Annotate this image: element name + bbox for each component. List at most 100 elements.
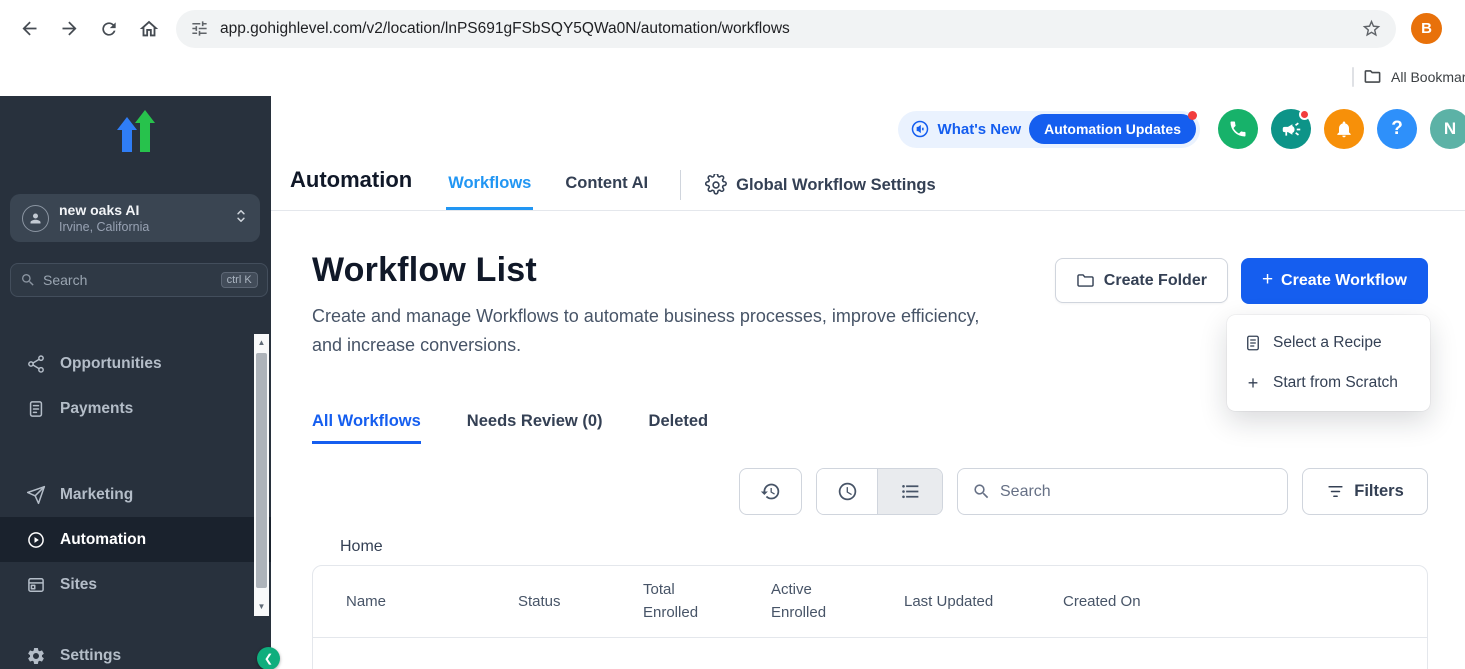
- sidebar-search-box[interactable]: ctrl K: [10, 263, 268, 297]
- bookmarks-bar: All Bookmarks: [0, 57, 1465, 96]
- filters-button[interactable]: Filters: [1302, 468, 1428, 515]
- list-icon: [900, 481, 921, 502]
- sidebar-spacer: [0, 431, 271, 472]
- section-subtitle: Create and manage Workflows to automate …: [312, 302, 1012, 360]
- screen: app.gohighlevel.com/v2/location/lnPS691g…: [0, 0, 1465, 669]
- bookmarks-folder-icon: [1363, 67, 1382, 86]
- create-workflow-label: Create Workflow: [1281, 272, 1407, 290]
- gear-icon: [705, 174, 727, 196]
- view-toggle-group: [816, 468, 943, 515]
- workflow-search-input[interactable]: [1000, 483, 1273, 501]
- global-workflow-settings-label: Global Workflow Settings: [736, 176, 936, 195]
- main-area: What's New Automation Updates: [271, 96, 1465, 669]
- create-folder-button[interactable]: Create Folder: [1055, 258, 1228, 303]
- address-bar[interactable]: app.gohighlevel.com/v2/location/lnPS691g…: [176, 10, 1396, 48]
- workflow-list-section: Workflow List Create and manage Workflow…: [271, 211, 1465, 669]
- home-icon: [138, 18, 160, 40]
- menu-item-start-from-scratch[interactable]: + Start from Scratch: [1227, 363, 1430, 403]
- sidebar-item-label: Marketing: [60, 486, 133, 504]
- whats-new-link[interactable]: What's New: [938, 121, 1022, 138]
- automation-icon: [26, 530, 46, 550]
- phone-icon: [1228, 119, 1248, 139]
- chevron-updown-icon: [234, 207, 248, 230]
- folder-icon: [1076, 271, 1095, 290]
- menu-item-select-recipe[interactable]: Select a Recipe: [1227, 323, 1430, 363]
- forward-button[interactable]: [50, 10, 88, 48]
- sidebar-item-payments[interactable]: Payments: [0, 386, 271, 431]
- user-avatar[interactable]: N: [1430, 109, 1465, 149]
- column-header-status[interactable]: Status: [518, 593, 643, 610]
- refresh-icon: [99, 19, 119, 39]
- page-title: Automation: [290, 167, 412, 210]
- create-workflow-menu: Select a Recipe + Start from Scratch: [1227, 315, 1430, 411]
- automation-updates-badge[interactable]: Automation Updates: [1029, 114, 1196, 144]
- breadcrumb[interactable]: Home: [340, 538, 1428, 556]
- workflow-search-box[interactable]: [957, 468, 1288, 515]
- account-location: Irvine, California: [59, 219, 149, 235]
- browser-profile-avatar[interactable]: B: [1411, 13, 1442, 44]
- refresh-button[interactable]: [90, 10, 128, 48]
- browser-toolbar: app.gohighlevel.com/v2/location/lnPS691g…: [0, 0, 1465, 57]
- sidebar-item-automation[interactable]: Automation: [0, 517, 271, 562]
- sidebar-item-sites[interactable]: Sites: [0, 562, 271, 607]
- all-bookmarks-label[interactable]: All Bookmarks: [1391, 69, 1465, 85]
- sidebar-collapse-button[interactable]: ❮: [257, 647, 280, 669]
- opportunities-icon: [26, 354, 46, 374]
- list-view-button[interactable]: [877, 469, 942, 514]
- sites-icon: [26, 575, 46, 595]
- tab-content-ai[interactable]: Content AI: [563, 174, 650, 210]
- sidebar-item-settings[interactable]: Settings: [0, 633, 271, 669]
- sidebar-item-opportunities[interactable]: Opportunities: [0, 341, 271, 386]
- tab-needs-review[interactable]: Needs Review (0): [467, 412, 603, 444]
- help-button[interactable]: ?: [1377, 109, 1417, 149]
- sidebar-scrollbar[interactable]: ▲ ▼: [254, 334, 269, 616]
- announcements-button[interactable]: [1271, 109, 1311, 149]
- column-header-created-on[interactable]: Created On: [1063, 593, 1427, 610]
- search-icon: [972, 482, 991, 501]
- filters-label: Filters: [1354, 482, 1404, 501]
- app-logo[interactable]: [0, 108, 271, 154]
- scrollbar-thumb[interactable]: [256, 353, 267, 588]
- marketing-icon: [26, 485, 46, 505]
- tab-workflows[interactable]: Workflows: [446, 174, 533, 210]
- history-button[interactable]: [739, 468, 802, 515]
- filters-icon: [1326, 482, 1345, 501]
- sidebar-item-label: Automation: [60, 531, 146, 549]
- megaphone-icon: [1281, 119, 1302, 140]
- column-header-last-updated[interactable]: Last Updated: [904, 593, 1063, 610]
- create-workflow-button[interactable]: + Create Workflow: [1241, 258, 1428, 304]
- account-switcher[interactable]: new oaks AI Irvine, California: [10, 194, 260, 242]
- back-icon: [19, 18, 40, 39]
- whats-new-megaphone-icon: [910, 119, 930, 139]
- home-button[interactable]: [130, 10, 168, 48]
- scroll-down-icon[interactable]: ▼: [254, 600, 269, 614]
- sidebar-item-label: Payments: [60, 400, 133, 418]
- table-header-row: Name Status Total Enrolled Active Enroll…: [313, 566, 1427, 638]
- gohighlevel-logo-icon: [112, 108, 160, 154]
- scroll-up-icon[interactable]: ▲: [254, 336, 269, 350]
- phone-button[interactable]: [1218, 109, 1258, 149]
- global-workflow-settings-link[interactable]: Global Workflow Settings: [705, 174, 936, 210]
- recipe-icon: [1244, 334, 1262, 352]
- url-text: app.gohighlevel.com/v2/location/lnPS691g…: [220, 20, 1350, 38]
- column-header-total-enrolled[interactable]: Total Enrolled: [643, 579, 771, 624]
- sidebar-item-marketing[interactable]: Marketing: [0, 472, 271, 517]
- recent-view-button[interactable]: [817, 469, 877, 514]
- site-info-icon[interactable]: [190, 19, 209, 38]
- avatar-initial: N: [1444, 119, 1456, 139]
- tab-deleted[interactable]: Deleted: [649, 412, 709, 444]
- tab-all-workflows[interactable]: All Workflows: [312, 412, 421, 444]
- column-header-active-enrolled[interactable]: Active Enrolled: [771, 579, 904, 624]
- sidebar-item-label: Sites: [60, 576, 97, 594]
- sidebar: new oaks AI Irvine, California ctrl K: [0, 96, 271, 669]
- back-button[interactable]: [10, 10, 48, 48]
- bookmark-star-icon[interactable]: [1361, 18, 1382, 39]
- notification-dot: [1188, 111, 1197, 120]
- sidebar-spacer: [0, 607, 271, 633]
- question-mark-icon: ?: [1391, 118, 1403, 140]
- column-header-name[interactable]: Name: [346, 593, 518, 610]
- sidebar-search-input[interactable]: [43, 272, 214, 288]
- notifications-button[interactable]: [1324, 109, 1364, 149]
- chevron-left-icon: ❮: [264, 652, 273, 665]
- topbar-actions: What's New Automation Updates: [898, 109, 1465, 149]
